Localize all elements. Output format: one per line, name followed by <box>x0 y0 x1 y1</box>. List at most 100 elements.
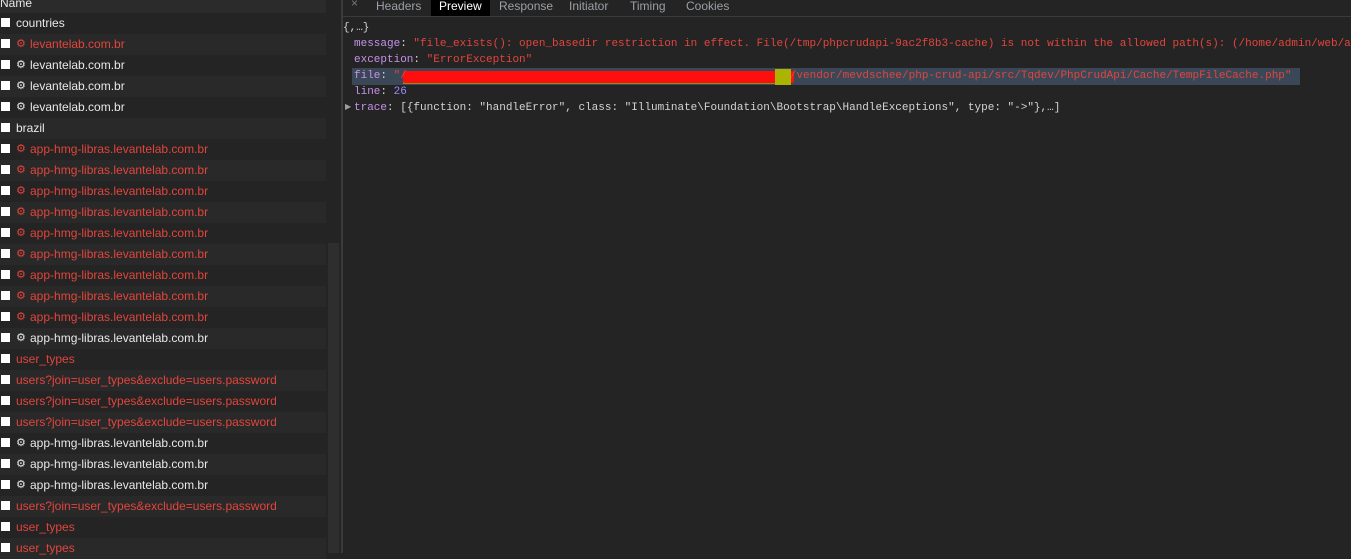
line-line[interactable]: line: 26 <box>354 86 407 98</box>
expand-triangle-icon[interactable]: ▶ <box>345 102 351 111</box>
request-row[interactable]: user_types <box>0 517 326 538</box>
name-column-header[interactable]: Name <box>0 0 341 13</box>
request-name: users?join=user_types&exclude=users.pass… <box>16 373 277 387</box>
trace-line[interactable]: trace: [{function: "handleError", class:… <box>354 102 1060 114</box>
row-checkbox[interactable] <box>1 375 10 384</box>
json-root[interactable]: {,…} <box>343 22 369 34</box>
request-row[interactable]: ⚙ app-hmg-libras.levantelab.com.br <box>0 244 326 265</box>
request-row[interactable]: ⚙ app-hmg-libras.levantelab.com.br <box>0 160 326 181</box>
close-icon[interactable]: × <box>351 0 358 10</box>
row-checkbox[interactable] <box>1 501 10 510</box>
request-row[interactable]: user_types <box>0 538 326 559</box>
request-row[interactable]: users?join=user_types&exclude=users.pass… <box>0 370 326 391</box>
request-name: app-hmg-libras.levantelab.com.br <box>30 142 209 156</box>
row-checkbox[interactable] <box>1 333 10 342</box>
gear-icon: ⚙ <box>16 101 26 113</box>
gear-icon: ⚙ <box>16 458 26 470</box>
request-name: app-hmg-libras.levantelab.com.br <box>30 163 209 177</box>
row-checkbox[interactable] <box>1 312 10 321</box>
gear-icon: ⚙ <box>16 248 26 260</box>
message-key: message <box>354 38 401 50</box>
row-checkbox[interactable] <box>1 459 10 468</box>
tab-timing[interactable]: Timing <box>622 0 674 16</box>
request-name: app-hmg-libras.levantelab.com.br <box>30 205 209 219</box>
request-row[interactable]: ⚙ app-hmg-libras.levantelab.com.br <box>0 223 326 244</box>
row-checkbox[interactable] <box>1 207 10 216</box>
request-row[interactable]: ⚙ app-hmg-libras.levantelab.com.br <box>0 265 326 286</box>
row-checkbox[interactable] <box>1 522 10 531</box>
file-line[interactable]: file: "//vendor/mevdschee/php-crud-api/s… <box>354 70 1292 82</box>
request-row[interactable]: ⚙ app-hmg-libras.levantelab.com.br <box>0 433 326 454</box>
row-checkbox[interactable] <box>1 60 10 69</box>
request-row[interactable]: ⚙ app-hmg-libras.levantelab.com.br <box>0 202 326 223</box>
name-column-label: Name <box>0 0 33 10</box>
request-name: users?join=user_types&exclude=users.pass… <box>16 415 277 429</box>
row-checkbox[interactable] <box>1 438 10 447</box>
request-row[interactable]: ⚙ app-hmg-libras.levantelab.com.br <box>0 139 326 160</box>
request-row[interactable]: ⚙ app-hmg-libras.levantelab.com.br <box>0 328 326 349</box>
request-row[interactable]: ⚙ app-hmg-libras.levantelab.com.br <box>0 454 326 475</box>
row-checkbox[interactable] <box>1 81 10 90</box>
request-row[interactable]: ⚙ levantelab.com.br <box>0 97 326 118</box>
request-row[interactable]: users?join=user_types&exclude=users.pass… <box>0 496 326 517</box>
request-name: app-hmg-libras.levantelab.com.br <box>30 478 209 492</box>
request-row[interactable]: user_types <box>0 349 326 370</box>
request-row[interactable]: ⚙ levantelab.com.br <box>0 34 326 55</box>
gear-icon: ⚙ <box>16 143 26 155</box>
trace-value: [{function: "handleError", class: "Illum… <box>400 102 1061 114</box>
details-panel: × Headers Preview Response Initiator Tim… <box>343 0 1351 553</box>
row-checkbox[interactable] <box>1 249 10 258</box>
row-checkbox[interactable] <box>1 102 10 111</box>
tab-preview[interactable]: Preview <box>431 0 490 16</box>
row-checkbox[interactable] <box>1 186 10 195</box>
request-name: user_types <box>16 352 75 366</box>
row-checkbox[interactable] <box>1 228 10 237</box>
row-checkbox[interactable] <box>1 417 10 426</box>
tab-headers[interactable]: Headers <box>368 0 429 16</box>
gear-icon: ⚙ <box>16 311 26 323</box>
request-row[interactable]: ⚙ levantelab.com.br <box>0 76 326 97</box>
message-line[interactable]: message: "file_exists(): open_basedir re… <box>354 38 1351 50</box>
row-checkbox[interactable] <box>1 480 10 489</box>
exception-line[interactable]: exception: "ErrorException" <box>354 54 532 66</box>
request-row[interactable]: users?join=user_types&exclude=users.pass… <box>0 391 326 412</box>
request-row[interactable]: ⚙ levantelab.com.br <box>0 55 326 76</box>
request-row[interactable]: users?join=user_types&exclude=users.pass… <box>0 412 326 433</box>
tab-initiator[interactable]: Initiator <box>561 0 616 16</box>
request-name: app-hmg-libras.levantelab.com.br <box>30 457 209 471</box>
scrollbar-thumb[interactable] <box>328 243 339 553</box>
request-row[interactable]: ⚙ app-hmg-libras.levantelab.com.br <box>0 286 326 307</box>
request-name: users?join=user_types&exclude=users.pass… <box>16 499 277 513</box>
gear-icon: ⚙ <box>16 227 26 239</box>
row-checkbox[interactable] <box>1 144 10 153</box>
request-row[interactable]: ⚙ app-hmg-libras.levantelab.com.br <box>0 475 326 496</box>
request-list-scrollbar[interactable] <box>326 0 341 553</box>
row-checkbox[interactable] <box>1 123 10 132</box>
request-name: levantelab.com.br <box>30 100 125 114</box>
row-checkbox[interactable] <box>1 543 10 552</box>
row-checkbox[interactable] <box>1 291 10 300</box>
row-checkbox[interactable] <box>1 354 10 363</box>
request-row[interactable]: ⚙ app-hmg-libras.levantelab.com.br <box>0 307 326 328</box>
request-row[interactable]: countries <box>0 13 326 34</box>
request-name: app-hmg-libras.levantelab.com.br <box>30 184 209 198</box>
tab-cookies[interactable]: Cookies <box>678 0 737 16</box>
row-checkbox[interactable] <box>1 270 10 279</box>
request-name: user_types <box>16 520 75 534</box>
gear-icon: ⚙ <box>16 332 26 344</box>
request-row[interactable]: brazil <box>0 118 326 139</box>
request-name: app-hmg-libras.levantelab.com.br <box>30 226 209 240</box>
request-row[interactable]: ⚙ app-hmg-libras.levantelab.com.br <box>0 181 326 202</box>
row-checkbox[interactable] <box>1 396 10 405</box>
gear-icon: ⚙ <box>16 290 26 302</box>
request-name: app-hmg-libras.levantelab.com.br <box>30 289 209 303</box>
request-name: app-hmg-libras.levantelab.com.br <box>30 268 209 282</box>
file-value-start: "/ <box>393 70 407 82</box>
details-tabs: × Headers Preview Response Initiator Tim… <box>343 0 1351 17</box>
row-checkbox[interactable] <box>1 18 10 27</box>
gear-icon: ⚙ <box>16 164 26 176</box>
row-checkbox[interactable] <box>1 165 10 174</box>
row-checkbox[interactable] <box>1 39 10 48</box>
message-value: "file_exists(): open_basedir restriction… <box>413 38 1351 50</box>
tab-response[interactable]: Response <box>491 0 561 16</box>
